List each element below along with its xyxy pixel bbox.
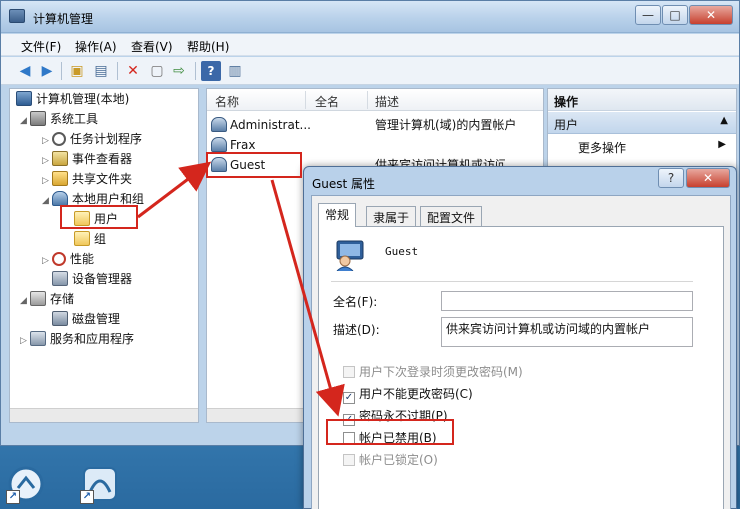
window-title: 计算机管理	[33, 12, 94, 26]
tree-item-groups[interactable]: 组	[74, 229, 106, 249]
tree-horizontal-scrollbar[interactable]	[10, 408, 198, 422]
column-fullname[interactable]: 全名	[315, 93, 339, 110]
folder-icon	[74, 231, 90, 246]
option-must-change-password[interactable]: 用户下次登录时须更改密码(M)	[343, 363, 523, 381]
menu-bar: 文件(F) 操作(A) 查看(V) 帮助(H)	[1, 34, 739, 56]
delete-icon[interactable]: ✕	[123, 61, 143, 81]
tab-profile[interactable]: 配置文件	[420, 206, 483, 226]
menu-view[interactable]: 查看(V)	[131, 38, 173, 55]
clock-icon	[52, 132, 66, 146]
list-header: 名称 全名 描述	[207, 89, 543, 111]
computer-icon	[16, 91, 32, 106]
column-description[interactable]: 描述	[375, 93, 399, 110]
storage-icon	[30, 291, 46, 306]
shortcut-arrow-icon: ↗	[6, 490, 20, 504]
disk-management-icon	[52, 311, 68, 326]
console-tree: 计算机管理(本地) ◢ 系统工具 ▷ 任务计划程序 ▷ 事件查看器 ▷ 共享文件夹 ◢ 本…	[9, 88, 199, 423]
menu-action[interactable]: 操作(A)	[75, 38, 117, 55]
list-cell-description: 管理计算机(域)的内置帐户	[375, 118, 517, 132]
checkbox-checked[interactable]: ✓	[343, 392, 355, 404]
collapse-up-icon[interactable]: ▲	[720, 115, 728, 126]
brand-logo-icon	[550, 461, 606, 497]
shortcut-arrow-icon: ↗	[80, 490, 94, 504]
highlight-users-node	[60, 205, 138, 229]
minimize-button[interactable]: —	[635, 5, 661, 25]
show-tree-icon[interactable]: ▤	[91, 61, 111, 81]
shared-folder-icon	[52, 171, 68, 186]
watermark-url: aichunjing.com	[618, 487, 710, 501]
properties-icon[interactable]: ▢	[147, 61, 167, 81]
more-actions-link[interactable]: 更多操作	[578, 139, 626, 156]
tree-item-task-scheduler[interactable]: ▷ 任务计划程序	[42, 129, 142, 149]
checkbox[interactable]	[343, 366, 355, 378]
services-icon	[30, 331, 46, 346]
expand-icon[interactable]: ▷	[42, 251, 52, 271]
back-arrow-icon[interactable]: ◀	[15, 61, 35, 81]
close-button[interactable]: ✕	[689, 5, 733, 25]
actions-header: 操作	[548, 89, 736, 111]
expand-icon[interactable]: ▷	[42, 131, 52, 151]
tab-general[interactable]: 常规	[318, 203, 357, 227]
fullname-label: 全名(F):	[333, 295, 378, 309]
dialog-title: Guest 属性	[312, 177, 376, 191]
tree-item-disk-management[interactable]: 磁盘管理	[52, 309, 120, 329]
tab-member-of[interactable]: 隶属于	[366, 206, 417, 226]
highlight-account-disabled	[326, 419, 454, 445]
titlebar[interactable]: 计算机管理 — □ ✕	[1, 1, 739, 33]
user-icon	[211, 137, 227, 152]
list-row-administrator[interactable]: Administrat...	[211, 115, 311, 135]
collapse-icon[interactable]: ◢	[20, 291, 30, 311]
fullname-field[interactable]	[441, 291, 693, 311]
tree-item-root[interactable]: 计算机管理(本地)	[16, 89, 129, 109]
show-action-pane-icon[interactable]: ▥	[225, 61, 245, 81]
username-label: Guest	[385, 245, 419, 258]
tree-item-services-apps[interactable]: ▷ 服务和应用程序	[20, 329, 134, 349]
up-folder-icon[interactable]: ▣	[67, 61, 87, 81]
event-viewer-icon	[52, 151, 68, 166]
performance-icon	[52, 252, 66, 266]
site-watermark: 爱纯净 aichunjing.com	[548, 455, 736, 505]
toolbar: ◀ ▶ ▣ ▤ ✕ ▢ ⇨ ? ▥	[1, 57, 739, 85]
checkbox[interactable]	[343, 454, 355, 466]
tree-item-performance[interactable]: ▷ 性能	[42, 249, 94, 269]
menu-file[interactable]: 文件(F)	[21, 38, 61, 55]
option-account-locked[interactable]: 帐户已锁定(O)	[343, 451, 438, 469]
expand-icon[interactable]: ▷	[20, 331, 30, 351]
option-cannot-change-password[interactable]: ✓ 用户不能更改密码(C)	[343, 385, 473, 404]
highlight-guest-row	[206, 152, 302, 178]
actions-section-users[interactable]: 用户 ▲	[548, 112, 736, 134]
users-icon	[52, 191, 68, 206]
description-label: 描述(D):	[333, 323, 380, 337]
forward-arrow-icon[interactable]: ▶	[37, 61, 57, 81]
tools-icon	[30, 111, 46, 126]
submenu-arrow-icon: ▶	[718, 139, 726, 150]
computer-management-icon	[9, 9, 25, 23]
tree-item-event-viewer[interactable]: ▷ 事件查看器	[42, 149, 132, 169]
maximize-button[interactable]: □	[662, 5, 688, 25]
dialog-close-button[interactable]: ✕	[686, 168, 730, 188]
collapse-icon[interactable]: ◢	[20, 111, 30, 131]
description-field[interactable]: 供来宾访问计算机或访问域的内置帐户	[441, 317, 693, 347]
column-name[interactable]: 名称	[215, 93, 239, 110]
device-manager-icon	[52, 271, 68, 286]
user-account-icon	[336, 240, 364, 271]
tree-item-system-tools[interactable]: ◢ 系统工具	[20, 109, 98, 129]
collapse-icon[interactable]: ◢	[42, 191, 52, 211]
expand-icon[interactable]: ▷	[42, 171, 52, 191]
tree-item-device-manager[interactable]: 设备管理器	[52, 269, 132, 289]
desktop-shortcut-1[interactable]: ↗	[6, 464, 46, 504]
menu-help[interactable]: 帮助(H)	[187, 38, 229, 55]
help-icon[interactable]: ?	[201, 61, 221, 81]
tree-item-storage[interactable]: ◢ 存储	[20, 289, 74, 309]
export-icon[interactable]: ⇨	[169, 61, 189, 81]
dialog-help-button[interactable]: ?	[658, 168, 684, 188]
desktop-shortcut-2[interactable]: ↗	[80, 464, 120, 504]
tree-item-shared-folders[interactable]: ▷ 共享文件夹	[42, 169, 132, 189]
expand-icon[interactable]: ▷	[42, 151, 52, 171]
user-icon	[211, 117, 227, 132]
